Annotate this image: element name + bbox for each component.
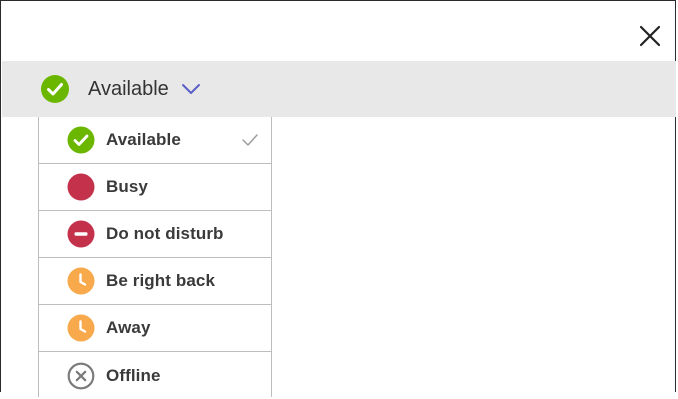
status-dialog: Available Available Busy Do not disturb … xyxy=(0,0,676,397)
menu-item-away[interactable]: Away xyxy=(39,305,271,352)
current-status-bar: Available xyxy=(2,61,676,117)
menu-item-label: Available xyxy=(106,130,181,149)
available-check-icon xyxy=(41,75,69,103)
menu-item-available[interactable]: Available xyxy=(39,117,271,164)
do-not-disturb-icon xyxy=(67,220,95,248)
close-icon xyxy=(639,25,661,47)
close-button[interactable] xyxy=(635,21,665,51)
menu-item-label: Offline xyxy=(106,365,161,385)
offline-x-icon xyxy=(67,362,95,390)
clock-icon xyxy=(67,267,95,295)
menu-item-be-right-back[interactable]: Be right back xyxy=(39,258,271,305)
clock-icon xyxy=(67,314,95,342)
menu-item-label: Busy xyxy=(106,177,148,196)
menu-item-busy[interactable]: Busy xyxy=(39,164,271,211)
busy-dot-icon xyxy=(67,173,95,201)
menu-item-do-not-disturb[interactable]: Do not disturb xyxy=(39,211,271,258)
selected-check-icon xyxy=(241,133,259,147)
available-check-icon xyxy=(67,126,95,154)
status-menu: Available Busy Do not disturb Be right b… xyxy=(38,117,272,397)
menu-item-label: Do not disturb xyxy=(106,224,224,243)
status-dropdown-toggle[interactable]: Available xyxy=(40,74,201,104)
current-status-label: Available xyxy=(88,77,169,100)
menu-item-label: Away xyxy=(106,318,151,337)
chevron-down-icon xyxy=(181,82,201,96)
menu-item-label: Be right back xyxy=(106,271,215,290)
